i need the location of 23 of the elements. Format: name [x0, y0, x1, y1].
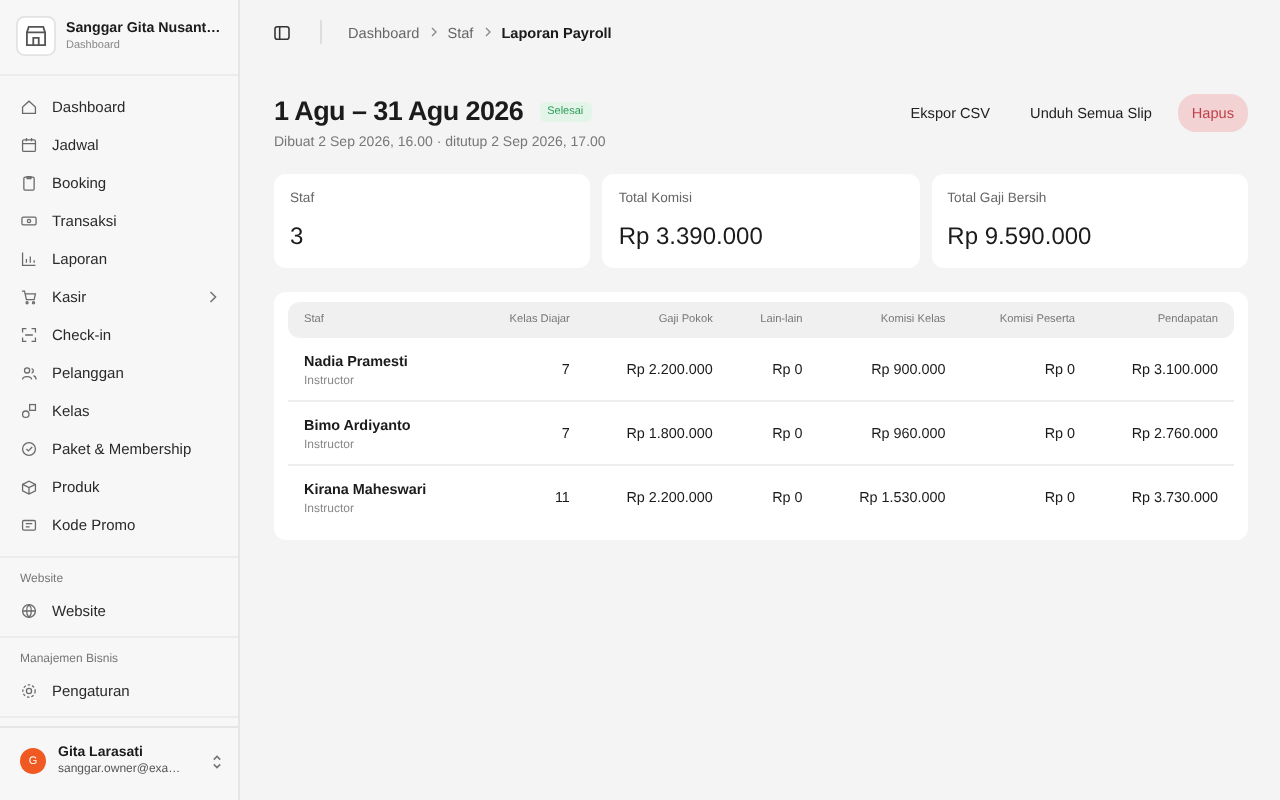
chevron-icon [429, 26, 438, 38]
box-icon [20, 478, 38, 496]
store-logo-icon [16, 16, 56, 56]
globe-icon [20, 602, 38, 620]
sidebar-toggle-icon[interactable] [274, 25, 290, 39]
clipboard-icon [20, 174, 38, 192]
scan-icon [20, 326, 38, 344]
page-title: 1 Agu – 31 Agu 2026 [274, 96, 524, 126]
chevrons-icon [212, 753, 222, 769]
chevron-icon [483, 26, 492, 38]
card-icon [20, 516, 38, 534]
check-badge-icon [20, 440, 38, 458]
settings-icon [20, 682, 38, 700]
shapes-icon [20, 402, 38, 420]
home-icon [20, 98, 38, 116]
ticket-icon [20, 212, 38, 230]
users-icon [20, 364, 38, 382]
stat-value: Rp 3.390.000 [618, 222, 765, 250]
stat-value: Rp 9.590.000 [947, 222, 1094, 250]
bar-chart-icon [20, 250, 38, 268]
stat-value: 3 [290, 222, 306, 250]
calendar-icon [20, 136, 38, 154]
cart-icon [20, 288, 38, 306]
